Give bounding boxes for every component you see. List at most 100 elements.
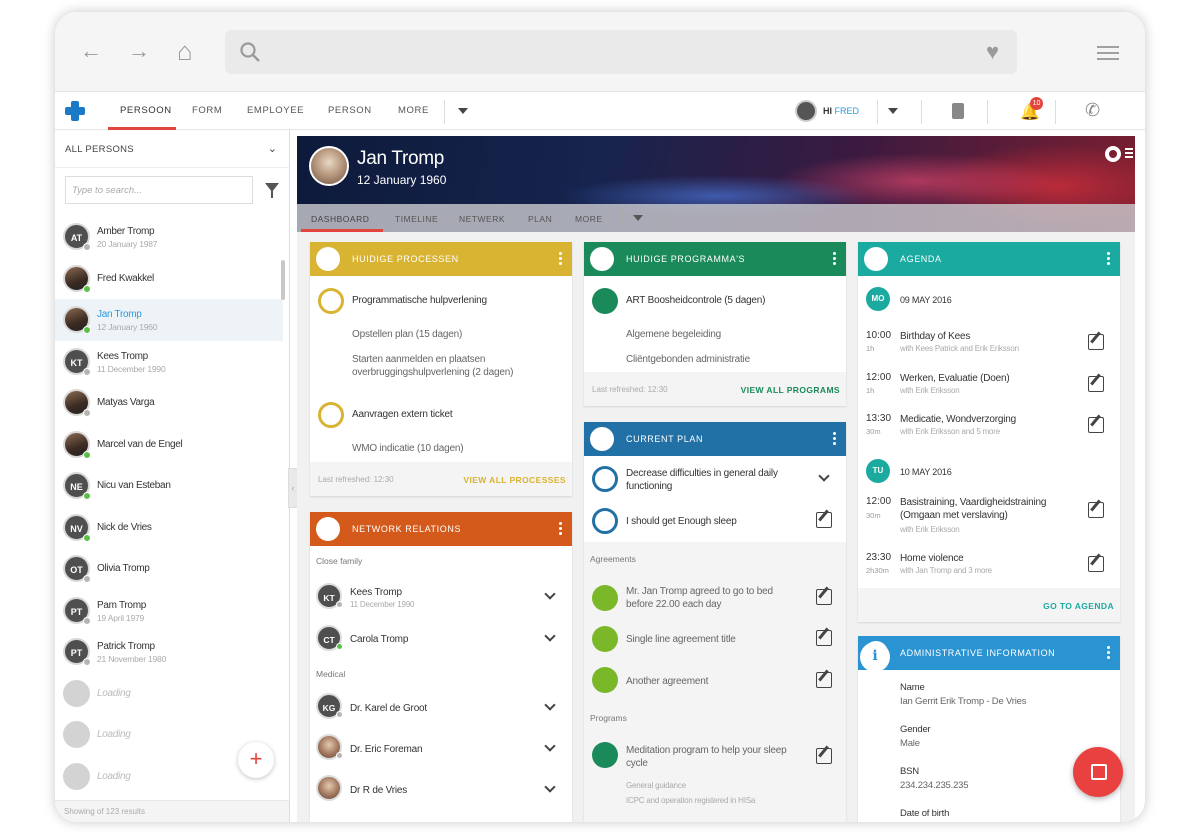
person-list-item[interactable]: Fred Kwakkel	[55, 258, 283, 300]
device-frame: ← → ⌂ ♥ PERSOON FORM EMPLOYEE PERSON MOR…	[55, 12, 1145, 822]
person-list-item[interactable]: PT Pam Tromp 19 April 1979	[55, 590, 283, 632]
expand-chevron-icon[interactable]	[544, 588, 556, 600]
current-plan-card: CURRENT PLAN Decrease difficulties in ge…	[584, 422, 846, 822]
view-all-processes-link[interactable]: VIEW ALL PROCESSES	[463, 475, 566, 485]
tab-more-chevron-down-icon[interactable]	[458, 108, 468, 114]
address-bar[interactable]: ♥	[225, 30, 1017, 74]
edit-icon[interactable]	[1088, 334, 1104, 350]
persons-filter-dropdown[interactable]: ALL PERSONS ⌄	[55, 130, 289, 168]
person-list-item[interactable]: KT Kees Tromp 11 December 1990	[55, 341, 283, 383]
expand-chevron-icon[interactable]	[544, 740, 556, 752]
person-list-item[interactable]: Matyas Varga	[55, 382, 283, 424]
event-title[interactable]: Home violence	[900, 552, 964, 565]
process-title[interactable]: Aanvragen extern ticket	[352, 408, 453, 421]
relation-name[interactable]: Dr. Eric Foreman	[350, 743, 423, 756]
status-dot	[83, 658, 91, 666]
tab-employee[interactable]: EMPLOYEE	[247, 105, 304, 116]
view-all-programs-link[interactable]: VIEW ALL PROGRAMS	[741, 385, 840, 395]
go-to-agenda-link[interactable]: GO TO AGENDA	[1043, 601, 1114, 611]
tab-more[interactable]: MORE	[398, 105, 429, 116]
edit-icon[interactable]	[1088, 376, 1104, 392]
agreement-title[interactable]: Single line agreement title	[626, 633, 736, 646]
user-menu-chevron-down-icon[interactable]	[888, 108, 898, 114]
tab-plan[interactable]: PLAN	[528, 214, 552, 224]
settings-gear-icon[interactable]	[1105, 146, 1121, 162]
more-options-icon[interactable]	[1107, 646, 1110, 661]
person-list-item[interactable]: AT Amber Tromp 20 January 1987	[55, 216, 283, 258]
add-person-button[interactable]: +	[238, 742, 274, 778]
tab-persoon[interactable]: PERSOON	[120, 105, 172, 116]
more-options-icon[interactable]	[833, 252, 836, 267]
program-title[interactable]: Meditation program to help your sleep cy…	[626, 744, 796, 770]
card-title: HUIDIGE PROCESSEN	[352, 254, 459, 264]
person-list-item[interactable]: OT Olivia Tromp	[55, 548, 283, 590]
relation-name[interactable]: Carola Tromp	[350, 633, 408, 646]
person-name: Patrick Tromp	[97, 641, 155, 652]
tab-form[interactable]: FORM	[192, 105, 222, 116]
edit-icon[interactable]	[816, 748, 832, 764]
edit-icon[interactable]	[1088, 417, 1104, 433]
person-list-item[interactable]: NV Nick de Vries	[55, 507, 283, 549]
expand-chevron-icon[interactable]	[544, 699, 556, 711]
event-title[interactable]: Werken, Evaluatie (Doen)	[900, 372, 1010, 385]
event-title[interactable]: Basistraining, Vaardigheidstraining (Omg…	[900, 496, 1080, 522]
event-time: 23:30	[866, 552, 892, 563]
tab-netwerk[interactable]: NETWERK	[459, 214, 505, 224]
expand-chevron-icon[interactable]	[818, 470, 830, 482]
back-arrow-icon[interactable]: ←	[80, 40, 102, 62]
avatar	[63, 721, 90, 748]
more-options-icon[interactable]	[833, 432, 836, 447]
relation-name[interactable]: Kees Tromp	[350, 586, 402, 599]
edit-icon[interactable]	[816, 512, 832, 528]
settings-list-icon[interactable]	[1125, 148, 1133, 160]
edit-icon[interactable]	[1088, 502, 1104, 518]
programs-card: HUIDIGE PROGRAMMA'S ART Boosheidcontrole…	[584, 242, 846, 406]
program-title[interactable]: ART Boosheidcontrole (5 dagen)	[626, 294, 765, 307]
user-greeting[interactable]: HI FRED	[823, 106, 859, 116]
edit-icon[interactable]	[816, 672, 832, 688]
profile-more-chevron-down-icon[interactable]	[633, 215, 643, 221]
relation-name[interactable]: Dr. Karel de Groot	[350, 702, 427, 715]
tab-more[interactable]: MORE	[575, 214, 603, 224]
status-dot	[83, 367, 91, 376]
person-list-item[interactable]: PT Patrick Tromp 21 November 1980	[55, 631, 283, 673]
status-dot	[83, 450, 91, 459]
agreement-check-icon	[592, 585, 618, 611]
scrollbar-thumb[interactable]	[281, 260, 285, 300]
compose-edit-button[interactable]	[1073, 747, 1123, 797]
more-options-icon[interactable]	[559, 522, 562, 537]
forward-arrow-icon[interactable]: →	[128, 40, 150, 62]
expand-chevron-icon[interactable]	[544, 781, 556, 793]
expand-chevron-icon[interactable]	[544, 630, 556, 642]
hamburger-menu-icon[interactable]	[1097, 46, 1119, 64]
edit-icon[interactable]	[816, 630, 832, 646]
field-label: Name	[900, 682, 925, 693]
avatar	[63, 762, 90, 790]
goal-title[interactable]: Decrease difficulties in general daily f…	[626, 467, 786, 493]
home-icon[interactable]: ⌂	[177, 38, 193, 64]
event-title[interactable]: Birthday of Kees	[900, 330, 970, 343]
tab-dashboard[interactable]: DASHBOARD	[311, 214, 369, 224]
person-birthdate: 12 January 1960	[97, 322, 158, 332]
person-list-item[interactable]: Marcel van de Engel	[55, 424, 283, 466]
clipboard-icon[interactable]	[952, 103, 964, 119]
edit-icon[interactable]	[1088, 556, 1104, 572]
tab-timeline[interactable]: TIMELINE	[395, 214, 438, 224]
agreement-title[interactable]: Mr. Jan Tromp agreed to go to bed before…	[626, 585, 801, 611]
favorite-heart-icon[interactable]: ♥	[986, 39, 999, 65]
tab-person[interactable]: PERSON	[328, 105, 372, 116]
person-list-item[interactable]: Jan Tromp 12 January 1960	[55, 299, 283, 341]
search-input[interactable]: Type to search...	[65, 176, 253, 204]
process-title[interactable]: Programmatische hulpverlening	[352, 294, 487, 307]
relation-name[interactable]: Dr R de Vries	[350, 784, 407, 797]
phone-icon[interactable]: ✆	[1085, 100, 1100, 121]
filter-icon[interactable]	[265, 183, 279, 198]
event-title[interactable]: Medicatie, Wondverzorging	[900, 413, 1016, 426]
edit-icon[interactable]	[816, 589, 832, 605]
user-avatar[interactable]	[795, 100, 817, 122]
goal-title[interactable]: I should get Enough sleep	[626, 515, 737, 528]
agreement-title[interactable]: Another agreement	[626, 675, 708, 688]
more-options-icon[interactable]	[1107, 252, 1110, 267]
more-options-icon[interactable]	[559, 252, 562, 267]
person-list-item[interactable]: NE Nicu van Esteban	[55, 465, 283, 507]
